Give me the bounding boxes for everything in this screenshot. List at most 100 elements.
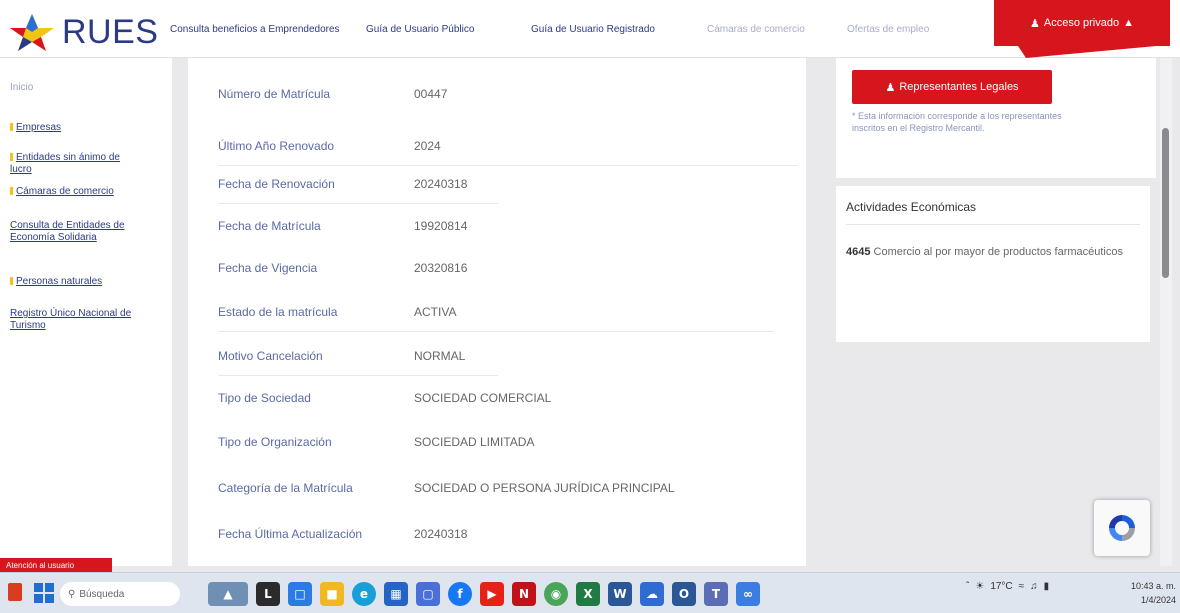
widget-icon[interactable]: ▲ — [208, 582, 248, 606]
detail-value: 00447 — [414, 87, 448, 101]
sidebar-item-label: Cámaras de comercio — [16, 186, 114, 197]
store-icon[interactable]: ▦ — [384, 582, 408, 606]
row-divider — [218, 203, 498, 204]
outlook-icon[interactable]: O — [672, 582, 696, 606]
sidebar-item-label: Registro Único Nacional de Turismo — [10, 308, 132, 331]
header-red-ribbon — [1018, 46, 1156, 58]
detail-value: 20240318 — [414, 527, 468, 541]
photos-icon[interactable]: ▢ — [416, 582, 440, 606]
detail-value: 20320816 — [414, 261, 468, 275]
excel-icon[interactable]: X — [576, 582, 600, 606]
detail-row: Número de Matrícula 00447 — [218, 74, 778, 114]
support-tab[interactable]: Atención al usuario — [0, 558, 112, 572]
sidebar-item-economia-solidaria[interactable]: Consulta de Entidades de Economía Solida… — [10, 220, 140, 244]
taskbar-apps: ▲ L □ ■ e ▦ ▢ f ▶ N ◉ X W ☁ O T ∞ — [208, 579, 760, 609]
notification-icon[interactable] — [8, 583, 22, 601]
sidebar-item-esal[interactable]: Entidades sin ánimo de lucro — [10, 152, 140, 176]
private-access-label: Acceso privado — [1043, 17, 1120, 29]
detail-value: 2024 — [414, 139, 441, 153]
detail-label: Estado de la matrícula — [218, 305, 338, 319]
detail-value: ACTIVA — [414, 305, 457, 319]
top-navigation: Consulta beneficios a Emprendedores Guía… — [170, 24, 957, 35]
detail-label: Tipo de Sociedad — [218, 391, 311, 405]
app-icon[interactable]: ∞ — [736, 582, 760, 606]
detail-label: Tipo de Organización — [218, 435, 332, 449]
legal-representatives-note: * Esta información corresponde a los rep… — [852, 111, 1062, 133]
economic-activities-title: Actividades Económicas — [846, 200, 977, 214]
weather-icon[interactable]: ☀ — [975, 581, 984, 592]
detail-label: Número de Matrícula — [218, 87, 331, 101]
detail-row: Tipo de Organización SOCIEDAD LIMITADA — [218, 422, 778, 462]
detail-row: Categoría de la Matrícula SOCIEDAD O PER… — [218, 468, 778, 508]
netflix-icon[interactable]: N — [512, 582, 536, 606]
facebook-icon[interactable]: f — [448, 582, 472, 606]
detail-label: Fecha de Renovación — [218, 177, 335, 191]
sidebar-item-label: Consulta de Entidades de Economía Solida… — [10, 220, 125, 243]
taskbar-search[interactable]: ⚲ Búsqueda — [60, 582, 180, 606]
wifi-icon[interactable]: ≈ — [1019, 581, 1025, 592]
youtube-icon[interactable]: ▶ — [480, 582, 504, 606]
legal-representatives-button[interactable]: ♟ Representantes Legales — [852, 70, 1052, 104]
scrollbar-thumb[interactable] — [1162, 128, 1169, 278]
detail-label: Fecha de Vigencia — [218, 261, 318, 275]
chat-icon[interactable]: □ — [288, 582, 312, 606]
detail-label: Categoría de la Matrícula — [218, 481, 353, 495]
windows-start-icon[interactable] — [34, 583, 54, 603]
nav-link-guia-registrado[interactable]: Guía de Usuario Registrado — [531, 24, 707, 35]
nav-link-camaras[interactable]: Cámaras de comercio — [707, 24, 847, 35]
detail-row: Fecha de Renovación 20240318 — [218, 164, 778, 204]
recaptcha-badge[interactable] — [1094, 500, 1150, 556]
sidebar-item-label: Inicio — [10, 82, 34, 93]
row-divider — [218, 331, 774, 332]
registration-details-card: Número de Matrícula 00447 Último Año Ren… — [188, 58, 806, 566]
detail-row: Estado de la matrícula ACTIVA — [218, 292, 778, 332]
activity-description: Comercio al por mayor de productos farma… — [873, 246, 1123, 258]
sidebar-item-inicio[interactable]: Inicio — [10, 82, 140, 94]
detail-value: SOCIEDAD COMERCIAL — [414, 391, 552, 405]
temperature-text: 17°C — [990, 581, 1013, 592]
detail-row: Último Año Renovado 2024 — [218, 126, 798, 166]
rues-logo[interactable]: RUES — [8, 12, 158, 52]
clock-date: 1/4/2024 — [1140, 595, 1176, 605]
system-tray: ˆ ☀ 17°C ≈ ♫ ▮ — [966, 581, 1049, 592]
tray-chevron-icon[interactable]: ˆ — [966, 581, 969, 592]
battery-icon[interactable]: ▮ — [1044, 581, 1050, 592]
chevron-up-icon: ▲ — [1123, 17, 1134, 29]
task-view-icon[interactable]: L — [256, 582, 280, 606]
volume-icon[interactable]: ♫ — [1030, 581, 1038, 592]
taskbar-clock[interactable]: 10:43 a. m. 1/4/2024 — [1130, 579, 1176, 607]
sidebar-item-empresas[interactable]: Empresas — [10, 122, 140, 134]
sidebar-item-turismo[interactable]: Registro Único Nacional de Turismo — [10, 308, 140, 332]
nav-link-empleo[interactable]: Ofertas de empleo — [847, 24, 957, 35]
logo-star-icon — [10, 14, 54, 51]
nav-link-beneficios[interactable]: Consulta beneficios a Emprendedores — [170, 24, 366, 35]
onedrive-icon[interactable]: ☁ — [640, 582, 664, 606]
detail-row: Fecha Última Actualización 20240318 — [218, 514, 778, 554]
bullet-icon — [10, 187, 13, 196]
detail-value: SOCIEDAD O PERSONA JURÍDICA PRINCIPAL — [414, 481, 675, 495]
file-explorer-icon[interactable]: ■ — [320, 582, 344, 606]
teams-icon[interactable]: T — [704, 582, 728, 606]
private-access-button[interactable]: ♟ Acceso privado ▲ — [994, 0, 1170, 46]
edge-browser-icon[interactable]: e — [352, 582, 376, 606]
user-icon: ♟ — [1030, 17, 1040, 30]
sidebar-item-label: Personas naturales — [16, 276, 103, 287]
detail-label: Fecha Última Actualización — [218, 527, 363, 541]
detail-row: Tipo de Sociedad SOCIEDAD COMERCIAL — [218, 378, 778, 418]
sidebar-item-label: Entidades sin ánimo de lucro — [10, 152, 120, 175]
sidebar-item-label: Empresas — [16, 122, 62, 133]
detail-row: Fecha de Vigencia 20320816 — [218, 248, 778, 288]
chrome-icon[interactable]: ◉ — [544, 582, 568, 606]
detail-label: Último Año Renovado — [218, 139, 335, 153]
nav-link-guia-publico[interactable]: Guía de Usuario Público — [366, 24, 531, 35]
sidebar-item-personas[interactable]: Personas naturales — [10, 276, 140, 288]
legal-representatives-label: Representantes Legales — [899, 81, 1019, 93]
top-header: RUES Consulta beneficios a Emprendedores… — [0, 0, 1180, 58]
logo-text: RUES — [62, 12, 159, 51]
card-divider — [846, 224, 1140, 225]
activity-code: 4645 — [846, 246, 871, 258]
sidebar-item-camaras[interactable]: Cámaras de comercio — [10, 186, 140, 198]
user-icon: ♟ — [885, 81, 896, 94]
detail-value: 20240318 — [414, 177, 468, 191]
word-icon[interactable]: W — [608, 582, 632, 606]
